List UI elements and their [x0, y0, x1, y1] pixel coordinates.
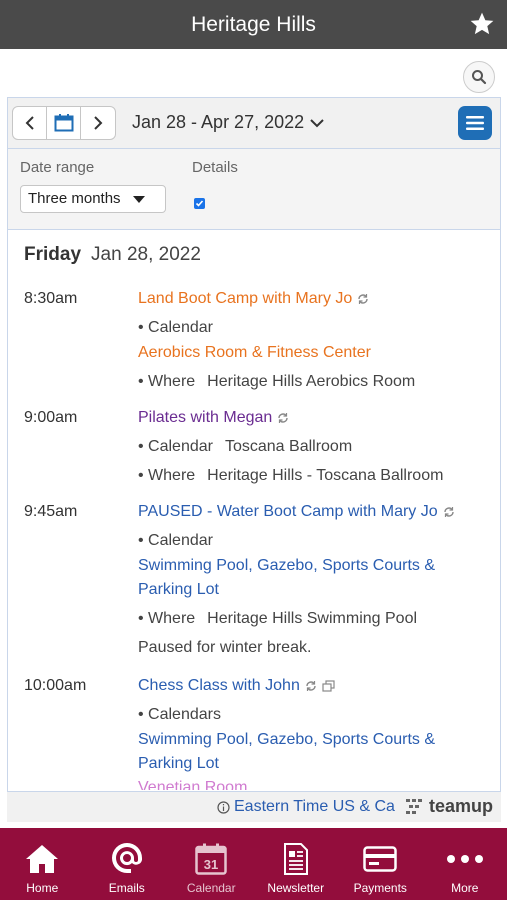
- event-calendar[interactable]: Aerobics Room & Fitness Center: [138, 341, 478, 365]
- timezone-text: Eastern Time US & Ca: [234, 798, 395, 815]
- event-calendar-row: • Calendar Toscana Ballroom: [138, 438, 352, 456]
- event-where: • Where Heritage Hills Aerobics Room: [138, 373, 415, 391]
- event-calendar-line: Swimming Pool, Gazebo, Sports Courts &: [138, 557, 436, 574]
- event-where-label: • Where: [138, 373, 196, 390]
- event-title-text: PAUSED - Water Boot Camp with Mary Jo: [138, 503, 438, 520]
- chevron-left-icon: [25, 116, 34, 130]
- details-checkbox[interactable]: [194, 198, 205, 209]
- nav-payments-label: Payments: [353, 881, 407, 895]
- repeat-icon: [278, 413, 288, 423]
- event-note: Paused for winter break.: [138, 639, 312, 656]
- event-calendar-line: Parking Lot: [138, 581, 219, 598]
- nav-home-label: Home: [26, 881, 59, 895]
- event-title-text: Land Boot Camp with Mary Jo: [138, 290, 353, 307]
- bottom-navigation: Home Emails 31 Calendar Newsletter Payme…: [0, 828, 507, 900]
- event-calendar-label: • Calendar: [138, 438, 213, 455]
- newsletter-icon: [283, 843, 308, 875]
- date-range-text: Jan 28 - Apr 27, 2022: [132, 112, 305, 132]
- event-title[interactable]: Pilates with Megan: [138, 409, 289, 427]
- calendar-day-number: 31: [204, 857, 218, 872]
- date-nav-group: [12, 106, 116, 140]
- menu-button[interactable]: [458, 106, 492, 140]
- nav-calendar-label: Calendar: [186, 881, 236, 895]
- prev-button[interactable]: [13, 107, 47, 139]
- nav-more[interactable]: More: [423, 828, 507, 900]
- copy-icon: [322, 680, 335, 692]
- view-settings: Date range Details Three months: [8, 148, 500, 230]
- nav-home[interactable]: Home: [0, 828, 85, 900]
- teamup-logo[interactable]: teamup: [405, 796, 493, 817]
- event-calendar[interactable]: Toscana Ballroom: [225, 438, 352, 455]
- chevron-right-icon: [94, 116, 103, 130]
- date-range-label: Date range: [20, 159, 95, 176]
- event-calendar-label: • Calendar: [138, 319, 213, 336]
- date-range-dropdown[interactable]: Jan 28 - Apr 27, 2022: [132, 112, 324, 133]
- repeat-icon: [306, 681, 316, 691]
- calendar-toolbar: Jan 28 - Apr 27, 2022: [8, 98, 500, 148]
- caret-down-icon: [133, 196, 145, 203]
- app-title: Heritage Hills: [191, 12, 316, 36]
- event-where-value: Heritage Hills - Toscana Ballroom: [207, 467, 444, 484]
- teamup-brand: teamup: [428, 796, 493, 816]
- next-button[interactable]: [81, 107, 115, 139]
- event-calendar-line: Swimming Pool, Gazebo, Sports Courts &: [138, 731, 436, 748]
- nav-payments[interactable]: Payments: [338, 828, 423, 900]
- event-title-text: Chess Class with John: [138, 677, 300, 694]
- app-header: Heritage Hills: [0, 0, 507, 49]
- calendar-icon: 31: [195, 843, 227, 875]
- info-icon: [217, 800, 230, 814]
- calendar-footer: Eastern Time US & Ca teamup: [7, 792, 501, 822]
- date-range-select[interactable]: Three months: [20, 185, 166, 213]
- event-calendar-label: • Calendars: [138, 706, 221, 723]
- nav-emails-label: Emails: [108, 881, 145, 895]
- event-where: • Where Heritage Hills - Toscana Ballroom: [138, 467, 443, 485]
- calendar-frame: Jan 28 - Apr 27, 2022 Date range Details…: [7, 97, 501, 792]
- event-where: • Where Heritage Hills Swimming Pool: [138, 610, 417, 628]
- home-icon: [26, 845, 59, 873]
- day-header: Friday Jan 28, 2022: [24, 244, 201, 266]
- nav-newsletter-label: Newsletter: [267, 881, 325, 895]
- payment-card-icon: [363, 846, 397, 872]
- event-where-label: • Where: [138, 467, 196, 484]
- nav-calendar[interactable]: 31 Calendar: [169, 828, 254, 900]
- event-calendar-line: Venetian Room: [138, 779, 248, 790]
- event-where-label: • Where: [138, 610, 196, 627]
- details-label: Details: [192, 159, 238, 176]
- teamup-logo-icon: [405, 798, 422, 814]
- date-picker-button[interactable]: [47, 107, 81, 139]
- event-where-value: Heritage Hills Swimming Pool: [207, 610, 418, 627]
- star-icon[interactable]: [469, 11, 495, 37]
- event-calendar-line: Parking Lot: [138, 755, 219, 772]
- more-dots-icon: [446, 855, 483, 863]
- nav-newsletter[interactable]: Newsletter: [254, 828, 339, 900]
- event-calendar[interactable]: Swimming Pool, Gazebo, Sports Courts & P…: [138, 554, 478, 602]
- event-where-value: Heritage Hills Aerobics Room: [207, 373, 416, 390]
- chevron-down-icon: [310, 118, 324, 127]
- nav-emails[interactable]: Emails: [85, 828, 170, 900]
- checkmark-icon: [195, 200, 204, 207]
- event-time: 9:45am: [24, 503, 78, 520]
- hamburger-icon: [466, 116, 484, 130]
- event-calendar-label: • Calendar: [138, 532, 213, 549]
- event-list: Friday Jan 28, 2022 8:30am Land Boot Camp…: [8, 230, 500, 790]
- repeat-icon: [443, 507, 454, 517]
- event-title[interactable]: Chess Class with John: [138, 677, 335, 695]
- search-button[interactable]: [463, 61, 495, 93]
- email-icon: [111, 843, 142, 873]
- event-time: 10:00am: [24, 677, 87, 694]
- day-weekday: Friday: [24, 244, 82, 265]
- event-time: 8:30am: [24, 290, 78, 307]
- event-title-text: Pilates with Megan: [138, 409, 273, 426]
- date-range-select-value: Three months: [28, 190, 121, 207]
- repeat-icon: [358, 294, 369, 304]
- nav-more-label: More: [451, 881, 479, 895]
- day-date: Jan 28, 2022: [91, 244, 201, 265]
- event-calendar[interactable]: Swimming Pool, Gazebo, Sports Courts & P…: [138, 728, 478, 790]
- event-time: 9:00am: [24, 409, 78, 426]
- calendar-icon: [54, 114, 73, 132]
- event-title[interactable]: PAUSED - Water Boot Camp with Mary Jo: [138, 503, 455, 521]
- event-title[interactable]: Land Boot Camp with Mary Jo: [138, 290, 369, 308]
- timezone-link[interactable]: Eastern Time US & Ca: [217, 798, 395, 816]
- search-icon: [472, 70, 487, 85]
